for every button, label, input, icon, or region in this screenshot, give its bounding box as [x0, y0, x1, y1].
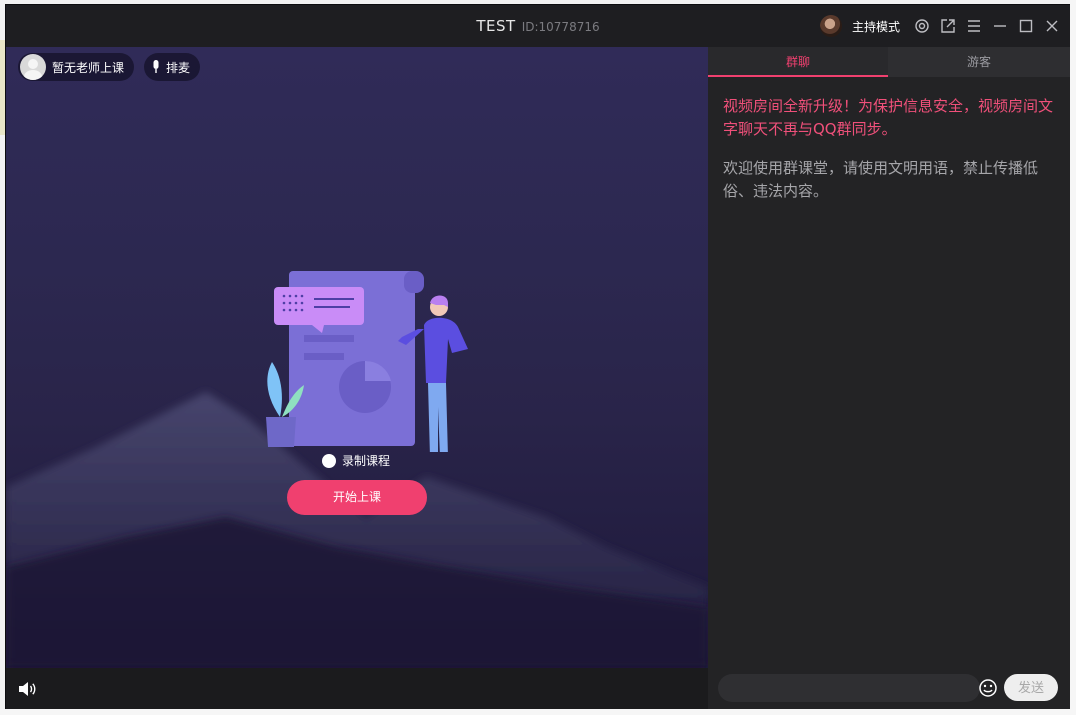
speaker-icon[interactable]: [18, 681, 36, 697]
minimize-icon[interactable]: [992, 18, 1008, 34]
video-bottom-bar: [6, 668, 708, 709]
popout-icon[interactable]: [940, 18, 956, 34]
video-area: 暂无老师上课 排麦 录制课程 开始上课: [6, 47, 708, 668]
chat-panel: 群聊 游客 视频房间全新升级！为保护信息安全，视频房间文字聊天不再与QQ群同步。…: [708, 47, 1070, 709]
start-class-button[interactable]: 开始上课: [287, 480, 427, 515]
close-icon[interactable]: [1044, 18, 1060, 34]
send-button[interactable]: 发送: [1004, 674, 1058, 701]
room-id: ID:10778716: [521, 20, 600, 34]
room-title: TEST: [476, 17, 516, 35]
maximize-icon[interactable]: [1018, 18, 1034, 34]
title-bar-controls: 主持模式: [819, 5, 1060, 47]
record-radio[interactable]: [322, 453, 336, 468]
system-notice-message: 视频房间全新升级！为保护信息安全，视频房间文字聊天不再与QQ群同步。: [723, 97, 1054, 138]
chat-input-row: 发送: [718, 674, 1060, 702]
emoji-icon[interactable]: [978, 678, 998, 698]
menu-icon[interactable]: [966, 18, 982, 34]
classroom-illustration: [266, 271, 468, 452]
mic-queue-label: 排麦: [166, 60, 191, 75]
teacher-avatar: [20, 54, 46, 80]
teacher-status-pill: 暂无老师上课: [18, 53, 135, 81]
teacher-status-text: 暂无老师上课: [52, 60, 125, 75]
app-window: TEST ID:10778716 主持模式 暂无老师上课 排麦 录制课程 开始上…: [6, 5, 1070, 709]
settings-icon[interactable]: [914, 18, 930, 34]
title-bar[interactable]: TEST ID:10778716 主持模式: [6, 5, 1070, 47]
microphone-icon: [153, 60, 159, 73]
host-mode-label[interactable]: 主持模式: [852, 18, 900, 35]
tab-group-chat[interactable]: 群聊: [708, 47, 888, 77]
chat-tabs: 群聊 游客: [708, 47, 1070, 77]
user-avatar[interactable]: [819, 15, 842, 37]
welcome-message: 欢迎使用群课堂，请使用文明用语，禁止传播低俗、违法内容。: [723, 159, 1039, 200]
record-course-label: 录制课程: [342, 454, 391, 468]
chat-input[interactable]: [718, 674, 980, 702]
tab-visitors[interactable]: 游客: [888, 47, 1070, 77]
record-course-option[interactable]: 录制课程: [322, 452, 390, 469]
mic-queue-button[interactable]: 排麦: [144, 53, 201, 81]
desktop-edge-right: [1070, 0, 1076, 715]
desktop-edge-bottom: [0, 709, 1076, 715]
